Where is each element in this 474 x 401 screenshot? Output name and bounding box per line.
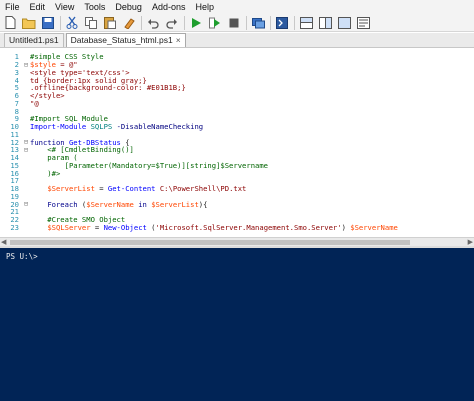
stop-icon[interactable] [227, 16, 241, 30]
fold-toggle-icon[interactable]: ⊟ [22, 61, 30, 69]
menu-item-add-ons[interactable]: Add-ons [147, 0, 191, 14]
tab-database-status[interactable]: Database_Status_html.ps1 × [65, 33, 186, 47]
fold-toggle-icon[interactable]: ⊟ [22, 146, 30, 154]
code-token: ){ [198, 199, 208, 209]
console-prompt: PS U:\> [6, 252, 38, 261]
code-token: 'Microsoft.SqlServer.Management.Smo.Serv… [155, 222, 342, 232]
code-token: = [94, 184, 108, 194]
code-token: Foreach [47, 199, 78, 209]
code-line: 16 )#> [0, 168, 474, 178]
powershell-console-icon[interactable] [275, 16, 289, 30]
code-token: -DisableNameChecking [116, 122, 204, 132]
menu-bar: File Edit View Tools Debug Add-ons Help [0, 0, 474, 14]
run-selection-icon[interactable] [208, 16, 222, 30]
code-line: 20 ⊟ Foreach ($ServerName in $ServerList)… [0, 199, 474, 209]
menu-item-edit[interactable]: Edit [25, 0, 51, 14]
code-token: $ServerName [350, 222, 398, 232]
code-token: Import-Module [30, 122, 87, 132]
code-token: ( [146, 222, 156, 232]
code-line: 5 .offline{background-color: #E01B1B;} [0, 83, 474, 92]
toolbar-separator [246, 15, 247, 30]
code-lines: 1 #simple CSS Style 2 ⊟ $style = @" 3 <style t… [0, 52, 474, 232]
script-pane-top-icon[interactable] [299, 16, 313, 30]
code-token: in [133, 199, 152, 209]
tab-label: Database_Status_html.ps1 [70, 35, 173, 45]
code-line: 7 "@ [0, 98, 474, 108]
code-token: ) [341, 222, 351, 232]
code-token: $ServerList [151, 199, 199, 209]
menu-item-debug[interactable]: Debug [110, 0, 147, 14]
code-token: $SQLServer [47, 222, 91, 232]
toolbar-separator [270, 15, 271, 30]
toolbar-separator [141, 15, 142, 30]
scrollbar-thumb[interactable] [10, 240, 410, 245]
open-folder-icon[interactable] [22, 16, 36, 30]
script-tabs: Untitled1.ps1 Database_Status_html.ps1 × [0, 33, 474, 48]
tab-label: Untitled1.ps1 [9, 35, 59, 45]
code-token: New-Object [103, 222, 147, 232]
tab-untitled1[interactable]: Untitled1.ps1 [4, 33, 64, 47]
code-token: "@ [30, 98, 39, 108]
save-icon[interactable] [41, 16, 55, 30]
run-script-icon[interactable] [189, 16, 203, 30]
code-token: $ServerName [86, 199, 134, 209]
cut-icon[interactable] [65, 16, 79, 30]
new-file-icon[interactable] [3, 16, 17, 30]
code-token: [Parameter(Mandatory=$True)][string]$Ser… [30, 160, 268, 170]
clear-icon[interactable] [122, 16, 136, 30]
code-line: 6 </style> [0, 91, 474, 100]
code-line: 10 Import-Module SQLPS -DisableNameChecki… [0, 122, 474, 132]
code-token: SQLPS [86, 122, 117, 132]
code-token: Get-Content [107, 184, 156, 194]
code-token: C:\PowerShell\PD.txt [155, 184, 247, 194]
show-command-addon-icon[interactable] [356, 16, 370, 30]
undo-icon[interactable] [146, 16, 160, 30]
script-pane-maximized-icon[interactable] [337, 16, 351, 30]
menu-item-help[interactable]: Help [190, 0, 219, 14]
copy-icon[interactable] [84, 16, 98, 30]
fold-toggle-icon[interactable]: ⊟ [22, 200, 30, 208]
toolbar-separator [294, 15, 295, 30]
menu-item-file[interactable]: File [0, 0, 25, 14]
redo-icon[interactable] [165, 16, 179, 30]
script-pane-right-icon[interactable] [318, 16, 332, 30]
new-remote-tab-icon[interactable] [251, 16, 265, 30]
code-token: ( [77, 199, 87, 209]
script-editor[interactable]: 1 #simple CSS Style 2 ⊟ $style = @" 3 <style t… [0, 49, 474, 237]
code-token: $ServerList [47, 184, 95, 194]
line-number: 23 [10, 222, 19, 232]
paste-icon[interactable] [103, 16, 117, 30]
toolbar-separator [60, 15, 61, 30]
menu-item-tools[interactable]: Tools [79, 0, 110, 14]
toolbar-separator [184, 15, 185, 30]
code-token: = [90, 222, 104, 232]
code-token: )#> [30, 168, 61, 178]
console-pane[interactable]: PS U:\> [0, 248, 474, 401]
code-line: 23 $SQLServer = New-Object ('Microsoft.S… [0, 222, 474, 232]
code-line: 15 [Parameter(Mandatory=$True)][string]$… [0, 160, 474, 170]
toolbar [0, 14, 474, 32]
code-line: 18 $ServerList = Get-Content C:\PowerShe… [0, 184, 474, 194]
menu-item-view[interactable]: View [50, 0, 79, 14]
scroll-right-icon[interactable]: ▶ [468, 238, 473, 246]
close-tab-icon[interactable]: × [176, 35, 181, 45]
scroll-left-icon[interactable]: ◀ [1, 238, 6, 246]
